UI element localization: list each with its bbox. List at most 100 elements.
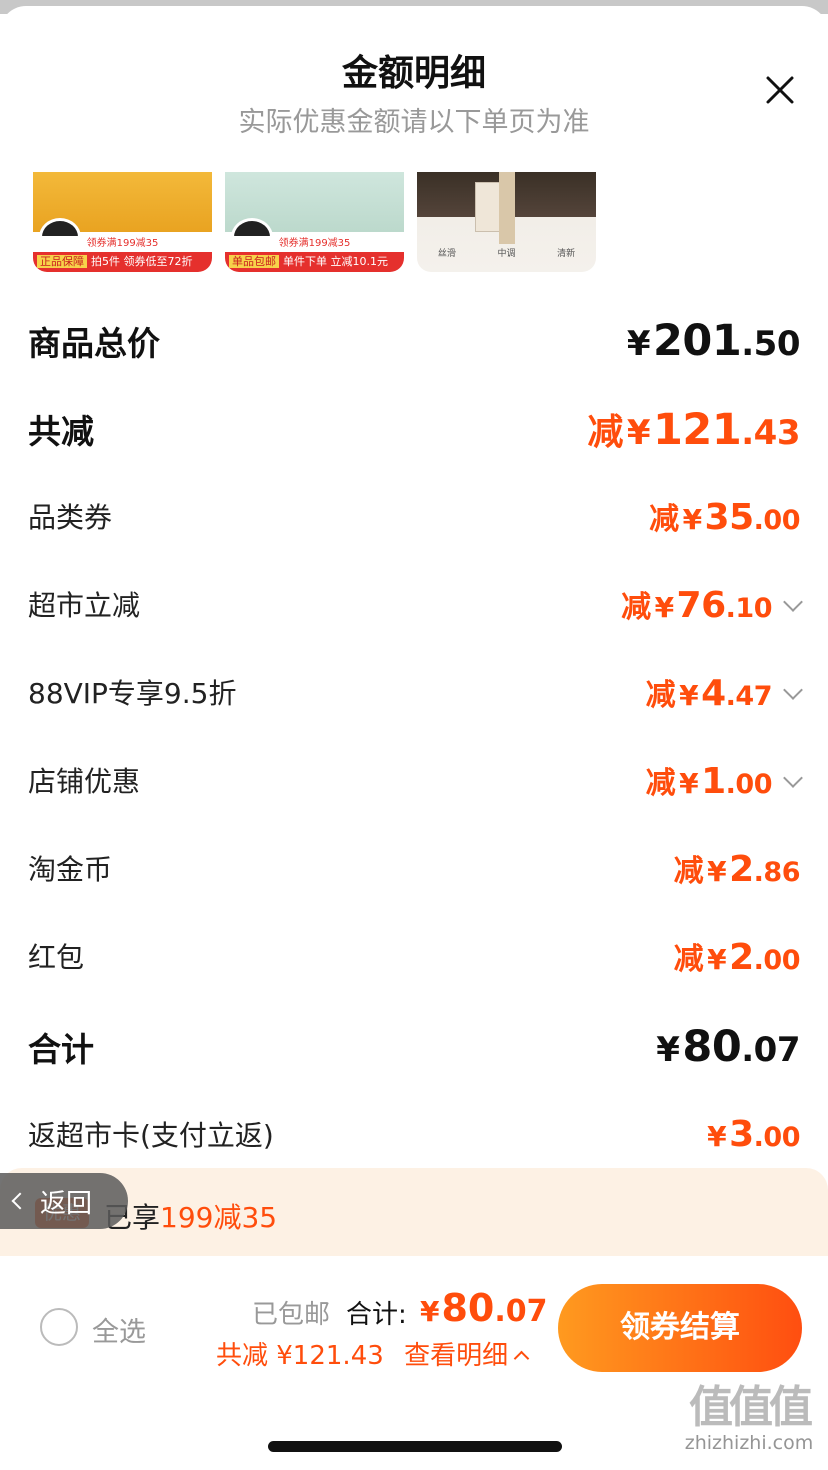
chevron-down-icon[interactable]: [783, 768, 803, 788]
discount-label: 超市立减: [28, 589, 141, 622]
cashback-label: 返超市卡(支付立返): [28, 1119, 274, 1152]
goods-total-label: 商品总价: [28, 324, 160, 363]
currency-symbol: ¥: [626, 413, 651, 453]
chevron-down-icon[interactable]: [783, 592, 803, 612]
thumbnail-promo: 单件下单 立减10.1元: [283, 255, 388, 268]
thumbnail-promo-strip: 正品保障 拍5件 领券低至72折: [33, 252, 212, 272]
reduce-prefix: 减: [673, 854, 704, 889]
back-button[interactable]: 返回: [0, 1173, 128, 1229]
amount-decimal: .00: [725, 769, 773, 800]
footer-total-amount: ¥80.07: [420, 1286, 548, 1330]
currency-symbol: ¥: [707, 1119, 727, 1153]
total-amount: ¥80.07: [656, 1022, 800, 1072]
discount-row-supermarket[interactable]: 超市立减 减 ¥76.10: [28, 582, 803, 626]
product-thumbnail[interactable]: 领券满199减35 单品包邮 单件下单 立减10.1元: [225, 172, 404, 272]
chevron-up-icon: [513, 1350, 530, 1367]
discount-label: 淘金币: [28, 853, 113, 886]
discount-row-store[interactable]: 店铺优惠 减 ¥1.00: [28, 758, 803, 802]
amount-decimal: .00: [753, 505, 801, 536]
reduce-prefix: 减: [645, 678, 676, 713]
discount-amount: 减 ¥4.47: [645, 670, 803, 714]
product-thumbnail[interactable]: 领券满199减35 正品保障 拍5件 领券低至72折: [33, 172, 212, 272]
discount-amount: 减 ¥2.86: [673, 846, 801, 890]
view-details-link[interactable]: 查看明细: [404, 1341, 508, 1371]
thumbnail-banner: 领券满199减35: [33, 236, 212, 252]
amount-decimal: .00: [753, 1121, 801, 1153]
goods-total-amount: ¥201.50: [627, 316, 801, 366]
thumbnail-banner: 领券满199减35: [225, 236, 404, 252]
amount-decimal: .43: [741, 413, 800, 453]
reduce-prefix: 减: [587, 412, 623, 453]
thumbnail-promo-strip: 单品包邮 单件下单 立减10.1元: [225, 252, 404, 272]
checkout-button[interactable]: 领券结算: [558, 1284, 802, 1372]
currency-symbol: ¥: [420, 1295, 440, 1328]
amount-integer: 80: [682, 1022, 742, 1072]
goods-total-row: 商品总价 ¥201.50: [28, 316, 801, 366]
back-button-label: 返回: [40, 1188, 93, 1219]
discount-amount: 减 ¥76.10: [621, 582, 803, 626]
amount-integer: 80: [441, 1286, 495, 1330]
select-all-radio[interactable]: [40, 1308, 78, 1346]
amount-integer: 35: [704, 497, 755, 538]
currency-symbol: ¥: [679, 679, 699, 712]
discount-row-taojinbi: 淘金币 减 ¥2.86: [28, 846, 801, 890]
amount-decimal: .00: [753, 945, 801, 976]
discount-amount: 减 ¥1.00: [645, 758, 803, 802]
discount-label: 店铺优惠: [28, 765, 141, 798]
thumbnail-promo: 拍5件 领券低至72折: [91, 255, 193, 268]
watermark-logo: 值值值: [689, 1382, 813, 1433]
currency-symbol: ¥: [679, 767, 699, 800]
total-reduce-amount: 减 ¥121.43: [587, 403, 800, 455]
discount-label: 红包: [28, 941, 85, 974]
order-amount-detail-page: 金额明细 实际优惠金额请以下单页为准 领券满199减35 正品保障 拍5件 领券低…: [0, 0, 828, 1470]
sheet-title: 金额明细: [341, 53, 486, 94]
discount-amount: 减 ¥2.00: [673, 934, 801, 978]
thumbnail-labels: 丝滑 中调 清新: [417, 246, 596, 259]
amount-integer: 2: [729, 849, 754, 890]
amount-decimal: .07: [741, 1030, 800, 1070]
site-watermark: 值值值 zhizhizhi.com: [676, 1382, 822, 1455]
total-label: 合计: [28, 1030, 94, 1069]
watermark-site: zhizhizhi.com: [684, 1432, 814, 1454]
reduce-prefix: 减: [621, 590, 651, 625]
discount-amount: 减 ¥35.00: [649, 494, 800, 538]
amount-integer: 201: [653, 316, 742, 366]
discount-row-88vip[interactable]: 88VIP专享9.5折 减 ¥4.47: [28, 670, 803, 714]
amount-integer: 4: [701, 673, 726, 714]
amount-integer: 121: [653, 405, 742, 455]
cashback-row: 返超市卡(支付立返) ¥3.00: [28, 1114, 801, 1155]
select-all-label[interactable]: 全选: [92, 1310, 146, 1349]
amount-decimal: .10: [725, 593, 773, 624]
chevron-left-icon: [11, 1192, 29, 1210]
thumbnail-label: 清新: [557, 249, 576, 259]
home-indicator[interactable]: [268, 1441, 562, 1452]
promo-text: 已享199减35: [104, 1196, 277, 1236]
close-icon[interactable]: [762, 72, 798, 108]
free-shipping-label: 已包邮: [252, 1300, 331, 1330]
thumbnail-label: 丝滑: [437, 249, 456, 259]
amount-decimal: .07: [494, 1294, 548, 1329]
total-reduce-row: 共减 减 ¥121.43: [28, 403, 800, 455]
amount-decimal: .50: [741, 324, 800, 364]
cashback-amount: ¥3.00: [707, 1114, 800, 1155]
currency-symbol: ¥: [654, 591, 674, 624]
reduce-prefix: 减: [673, 942, 704, 977]
total-reduce-label: 共减: [28, 412, 94, 451]
thumbnail-tag: 正品保障: [37, 255, 87, 268]
reduce-prefix: 减: [649, 502, 679, 537]
discount-label: 88VIP专享9.5折: [28, 677, 237, 710]
amount-integer: 3: [729, 1113, 754, 1155]
total-row: 合计 ¥80.07: [28, 1022, 800, 1072]
amount-decimal: .47: [725, 681, 773, 712]
chevron-down-icon[interactable]: [783, 680, 803, 700]
reduce-prefix: 减: [645, 766, 676, 801]
discount-row-red-packet: 红包 减 ¥2.00: [28, 934, 801, 978]
currency-symbol: ¥: [707, 855, 727, 888]
product-tube-image: [499, 172, 515, 244]
product-thumbnail[interactable]: 丝滑 中调 清新: [417, 172, 596, 272]
amount-integer: 2: [729, 937, 754, 978]
amount-integer: 76: [676, 585, 727, 626]
currency-symbol: ¥: [656, 1030, 680, 1070]
footer-reduce-summary[interactable]: 共减 ¥121.43 查看明细: [216, 1335, 530, 1372]
discount-label: 品类券: [28, 501, 113, 534]
